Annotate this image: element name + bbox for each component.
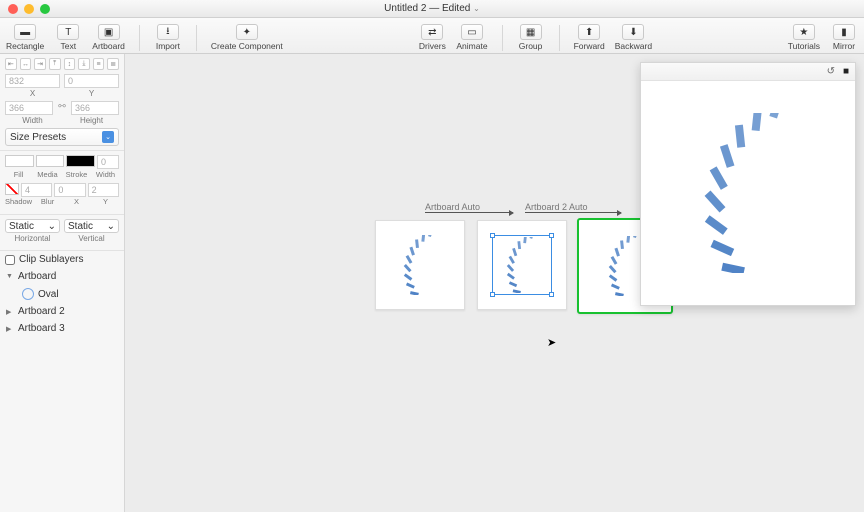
align-controls[interactable]: ⇤↔⇥ ⤒↕⤓ ≡≣ bbox=[5, 58, 119, 70]
fill-label: Fill bbox=[5, 170, 32, 179]
stroke-swatch[interactable] bbox=[66, 155, 95, 167]
rectangle-button[interactable]: ▬Rectangle bbox=[6, 24, 44, 51]
align-vcenter-icon: ↕ bbox=[64, 58, 76, 70]
swidth-label: Width bbox=[92, 170, 119, 179]
spinner-icon bbox=[390, 235, 450, 295]
titlebar: Untitled 2 — Edited ⌄ bbox=[0, 0, 864, 18]
blur-label: Blur bbox=[34, 197, 61, 206]
window-title: Untitled 2 — Edited ⌄ bbox=[0, 3, 864, 14]
create-component-button[interactable]: ✦Create Component bbox=[211, 24, 283, 51]
vertical-label: Vertical bbox=[64, 234, 119, 243]
constraint-h-select[interactable]: Static⌄ bbox=[5, 219, 60, 233]
width-label: Width bbox=[5, 116, 60, 125]
import-button[interactable]: ⭳Import bbox=[154, 24, 182, 51]
arrow-2 bbox=[525, 212, 621, 213]
stroke-label: Stroke bbox=[63, 170, 90, 179]
forward-button[interactable]: ⬆Forward bbox=[574, 24, 605, 51]
fill-swatch[interactable] bbox=[5, 155, 34, 167]
inspector: ⇤↔⇥ ⤒↕⤓ ≡≣ 832 0 XY 366 ⚯ 366 Width Heigh… bbox=[0, 54, 124, 151]
chevron-down-icon: ⌄ bbox=[102, 131, 114, 143]
spinner-icon bbox=[494, 237, 550, 293]
shadow-x-field[interactable]: 0 bbox=[54, 183, 85, 197]
artboard-thumb-1[interactable] bbox=[375, 220, 465, 310]
shadow-label: Shadow bbox=[5, 197, 32, 206]
sy-label: Y bbox=[92, 197, 119, 206]
layer-oval[interactable]: Oval bbox=[0, 285, 124, 303]
preview-window: ↺ ■ bbox=[640, 62, 856, 306]
record-icon[interactable]: ■ bbox=[843, 66, 849, 77]
undo-icon[interactable]: ↺ bbox=[827, 66, 835, 77]
constraint-v-select[interactable]: Static⌄ bbox=[64, 219, 119, 233]
toolbar: ▬Rectangle TText ▣Artboard ⭳Import ✦Crea… bbox=[0, 18, 864, 54]
layers-list: ▼Artboard Oval ▶Artboard 2 ▶Artboard 3 bbox=[0, 268, 124, 512]
align-left-icon: ⇤ bbox=[5, 58, 17, 70]
spinner-icon bbox=[668, 113, 828, 273]
mirror-button[interactable]: ▮Mirror bbox=[830, 24, 858, 51]
sx-label: X bbox=[63, 197, 90, 206]
animate-button[interactable]: ▭Animate bbox=[456, 24, 487, 51]
distribute-h-icon: ≡ bbox=[93, 58, 105, 70]
drivers-button[interactable]: ⇄Drivers bbox=[418, 24, 446, 51]
left-panel: ⇤↔⇥ ⤒↕⤓ ≡≣ 832 0 XY 366 ⚯ 366 WidthHeigh… bbox=[0, 54, 125, 512]
artboard-auto-label: Artboard Auto bbox=[425, 202, 480, 212]
stroke-width-field[interactable]: 0 bbox=[97, 155, 119, 169]
link-icon[interactable]: ⚯ bbox=[57, 101, 67, 115]
media-swatch[interactable] bbox=[36, 155, 65, 167]
x-field[interactable]: 832 bbox=[5, 74, 60, 88]
layer-artboard-2[interactable]: ▶Artboard 2 bbox=[0, 303, 124, 320]
group-button[interactable]: ▦Group bbox=[517, 24, 545, 51]
distribute-v-icon: ≣ bbox=[107, 58, 119, 70]
y-field[interactable]: 0 bbox=[64, 74, 119, 88]
chevron-down-icon[interactable]: ⌄ bbox=[473, 4, 480, 13]
shadow-swatch[interactable] bbox=[5, 183, 19, 195]
artboard-thumb-2[interactable] bbox=[477, 220, 567, 310]
shadow-y-field[interactable]: 2 bbox=[88, 183, 119, 197]
text-button[interactable]: TText bbox=[54, 24, 82, 51]
artboard-button[interactable]: ▣Artboard bbox=[92, 24, 125, 51]
width-field[interactable]: 366 bbox=[5, 101, 53, 115]
align-hcenter-icon: ↔ bbox=[20, 58, 32, 70]
x-label: X bbox=[5, 89, 60, 98]
size-presets-select[interactable]: Size Presets⌄ bbox=[5, 128, 119, 146]
align-right-icon: ⇥ bbox=[34, 58, 46, 70]
align-bottom-icon: ⤓ bbox=[78, 58, 90, 70]
arrow-1 bbox=[425, 212, 513, 213]
media-label: Media bbox=[34, 170, 61, 179]
y-label: Y bbox=[64, 89, 119, 98]
clip-sublayers-checkbox[interactable]: Clip Sublayers bbox=[0, 251, 124, 268]
canvas[interactable]: Artboard Auto Artboard 2 Auto ➤ ↺ ■ bbox=[125, 54, 864, 512]
height-field[interactable]: 366 bbox=[71, 101, 119, 115]
horizontal-label: Horizontal bbox=[5, 234, 60, 243]
tutorials-button[interactable]: ★Tutorials bbox=[788, 24, 820, 51]
oval-icon bbox=[22, 288, 34, 300]
backward-button[interactable]: ⬇Backward bbox=[615, 24, 652, 51]
blur-field[interactable]: 4 bbox=[21, 183, 52, 197]
artboard-2-auto-label: Artboard 2 Auto bbox=[525, 202, 588, 212]
layer-artboard[interactable]: ▼Artboard bbox=[0, 268, 124, 285]
layer-artboard-3[interactable]: ▶Artboard 3 bbox=[0, 320, 124, 337]
height-label: Height bbox=[64, 116, 119, 125]
cursor-icon: ➤ bbox=[547, 336, 556, 349]
align-top-icon: ⤒ bbox=[49, 58, 61, 70]
